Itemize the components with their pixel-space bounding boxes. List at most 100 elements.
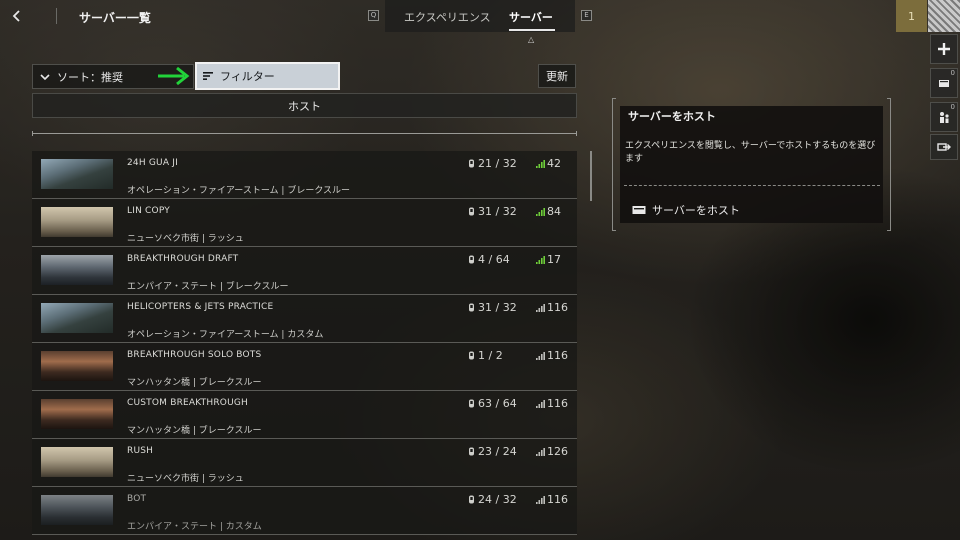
refresh-button[interactable]: 更新: [538, 64, 576, 88]
host-server-label: サーバーをホスト: [652, 204, 740, 217]
messages-button[interactable]: 0: [930, 68, 958, 98]
server-mode: エンパイア・ステート | カスタム: [127, 522, 262, 532]
ping-value: 17: [547, 253, 561, 266]
signal-icon: [536, 255, 545, 264]
player-count: 23 / 24: [468, 445, 517, 458]
server-name: LIN COPY: [127, 206, 170, 216]
chevron-left-icon: [12, 10, 20, 22]
server-mode: ニューソベク市街 | ラッシュ: [127, 474, 244, 484]
server-list: 24H GUA JI オペレーション・ファイアーストーム | ブレークスルー 2…: [32, 151, 577, 535]
player-count-value: 4 / 64: [478, 253, 510, 266]
player-count-value: 63 / 64: [478, 397, 517, 410]
ping: 17: [536, 253, 561, 266]
exit-button[interactable]: [930, 134, 958, 160]
server-row[interactable]: BREAKTHROUGH DRAFT エンパイア・ステート | ブレークスルー …: [32, 247, 577, 295]
server-mode: マンハッタン橋 | ブレークスルー: [127, 378, 262, 388]
annotation-arrow-icon: [158, 66, 190, 86]
list-scrollbar[interactable]: [590, 151, 592, 201]
plus-icon: [938, 43, 950, 55]
host-button[interactable]: ホスト: [32, 93, 577, 118]
exit-icon: [937, 143, 951, 151]
rank-value: 1: [908, 9, 915, 23]
server-row[interactable]: BOT エンパイア・ステート | カスタム 24 / 32 116: [32, 487, 577, 535]
chevron-down-icon: [40, 73, 50, 80]
server-name: RUSH: [127, 446, 154, 456]
player-rank-badge: 1: [896, 0, 927, 32]
ping: 126: [536, 445, 568, 458]
server-name: BOT: [127, 494, 147, 504]
tab-servers[interactable]: サーバー: [509, 9, 553, 25]
key-hint-right: E: [581, 10, 592, 21]
ping-value: 84: [547, 205, 561, 218]
squad-button[interactable]: 0: [930, 102, 958, 132]
player-count: 63 / 64: [468, 397, 517, 410]
page-title: サーバー一覧: [79, 11, 151, 25]
map-thumbnail: [41, 495, 113, 525]
host-panel-title: サーバーをホスト: [628, 110, 716, 123]
ping: 116: [536, 349, 568, 362]
ping-value: 42: [547, 157, 561, 170]
player-count-value: 31 / 32: [478, 205, 517, 218]
ping: 84: [536, 205, 561, 218]
signal-icon: [536, 159, 545, 168]
player-icon: [469, 351, 474, 360]
signal-icon: [536, 447, 545, 456]
server-name: BREAKTHROUGH SOLO BOTS: [127, 350, 262, 360]
caret-up-icon: △: [528, 35, 535, 44]
ping-value: 116: [547, 301, 568, 314]
player-count: 24 / 32: [468, 493, 517, 506]
player-icon: [469, 303, 474, 312]
server-mode: ニューソベク市街 | ラッシュ: [127, 234, 244, 244]
player-icon: [469, 495, 474, 504]
player-icon: [469, 255, 474, 264]
player-count-value: 24 / 32: [478, 493, 517, 506]
host-server-panel: サーバーをホスト エクスペリエンスを閲覧し、サーバーでホストするものを選びます …: [612, 98, 891, 231]
server-name: CUSTOM BREAKTHROUGH: [127, 398, 248, 408]
player-count-value: 21 / 32: [478, 157, 517, 170]
active-tab-indicator: [509, 29, 555, 31]
ping-value: 116: [547, 349, 568, 362]
player-count: 4 / 64: [468, 253, 510, 266]
ping-value: 116: [547, 397, 568, 410]
panel-bracket-left: [612, 98, 616, 231]
signal-icon: [536, 351, 545, 360]
signal-icon: [536, 303, 545, 312]
add-friend-button[interactable]: [930, 34, 958, 64]
host-panel-description: エクスペリエンスを閲覧し、サーバーでホストするものを選びます: [625, 141, 876, 164]
player-count-value: 1 / 2: [478, 349, 503, 362]
server-row[interactable]: RUSH ニューソベク市街 | ラッシュ 23 / 24 126: [32, 439, 577, 487]
server-row[interactable]: CUSTOM BREAKTHROUGH マンハッタン橋 | ブレークスルー 63…: [32, 391, 577, 439]
title-divider: [56, 8, 57, 24]
filter-label: フィルター: [220, 70, 275, 83]
map-thumbnail: [41, 159, 113, 189]
map-thumbnail: [41, 255, 113, 285]
signal-icon: [536, 495, 545, 504]
map-thumbnail: [41, 447, 113, 477]
filter-button[interactable]: フィルター: [195, 62, 340, 90]
tab-experience[interactable]: エクスペリエンス: [404, 9, 491, 25]
ping-value: 116: [547, 493, 568, 506]
avatar[interactable]: [928, 0, 960, 32]
squad-count: 0: [950, 103, 955, 111]
player-count: 31 / 32: [468, 301, 517, 314]
host-panel-box: サーバーをホスト エクスペリエンスを閲覧し、サーバーでホストするものを選びます …: [620, 106, 883, 223]
player-count: 1 / 2: [468, 349, 503, 362]
server-icon: [632, 206, 646, 214]
server-row[interactable]: HELICOPTERS & JETS PRACTICE オペレーション・ファイア…: [32, 295, 577, 343]
squad-icon: [940, 112, 949, 123]
ping: 116: [536, 301, 568, 314]
message-icon: [939, 80, 949, 87]
server-row[interactable]: LIN COPY ニューソベク市街 | ラッシュ 31 / 32 84: [32, 199, 577, 247]
server-row[interactable]: 24H GUA JI オペレーション・ファイアーストーム | ブレークスルー 2…: [32, 151, 577, 199]
host-server-button[interactable]: サーバーをホスト: [632, 202, 740, 218]
signal-icon: [536, 399, 545, 408]
signal-icon: [536, 207, 545, 216]
server-name: HELICOPTERS & JETS PRACTICE: [127, 302, 274, 312]
server-row[interactable]: BREAKTHROUGH SOLO BOTS マンハッタン橋 | ブレークスルー…: [32, 343, 577, 391]
ping: 116: [536, 397, 568, 410]
ping: 42: [536, 157, 561, 170]
player-count: 21 / 32: [468, 157, 517, 170]
back-button[interactable]: [6, 6, 28, 26]
map-thumbnail: [41, 351, 113, 381]
ping-value: 126: [547, 445, 568, 458]
